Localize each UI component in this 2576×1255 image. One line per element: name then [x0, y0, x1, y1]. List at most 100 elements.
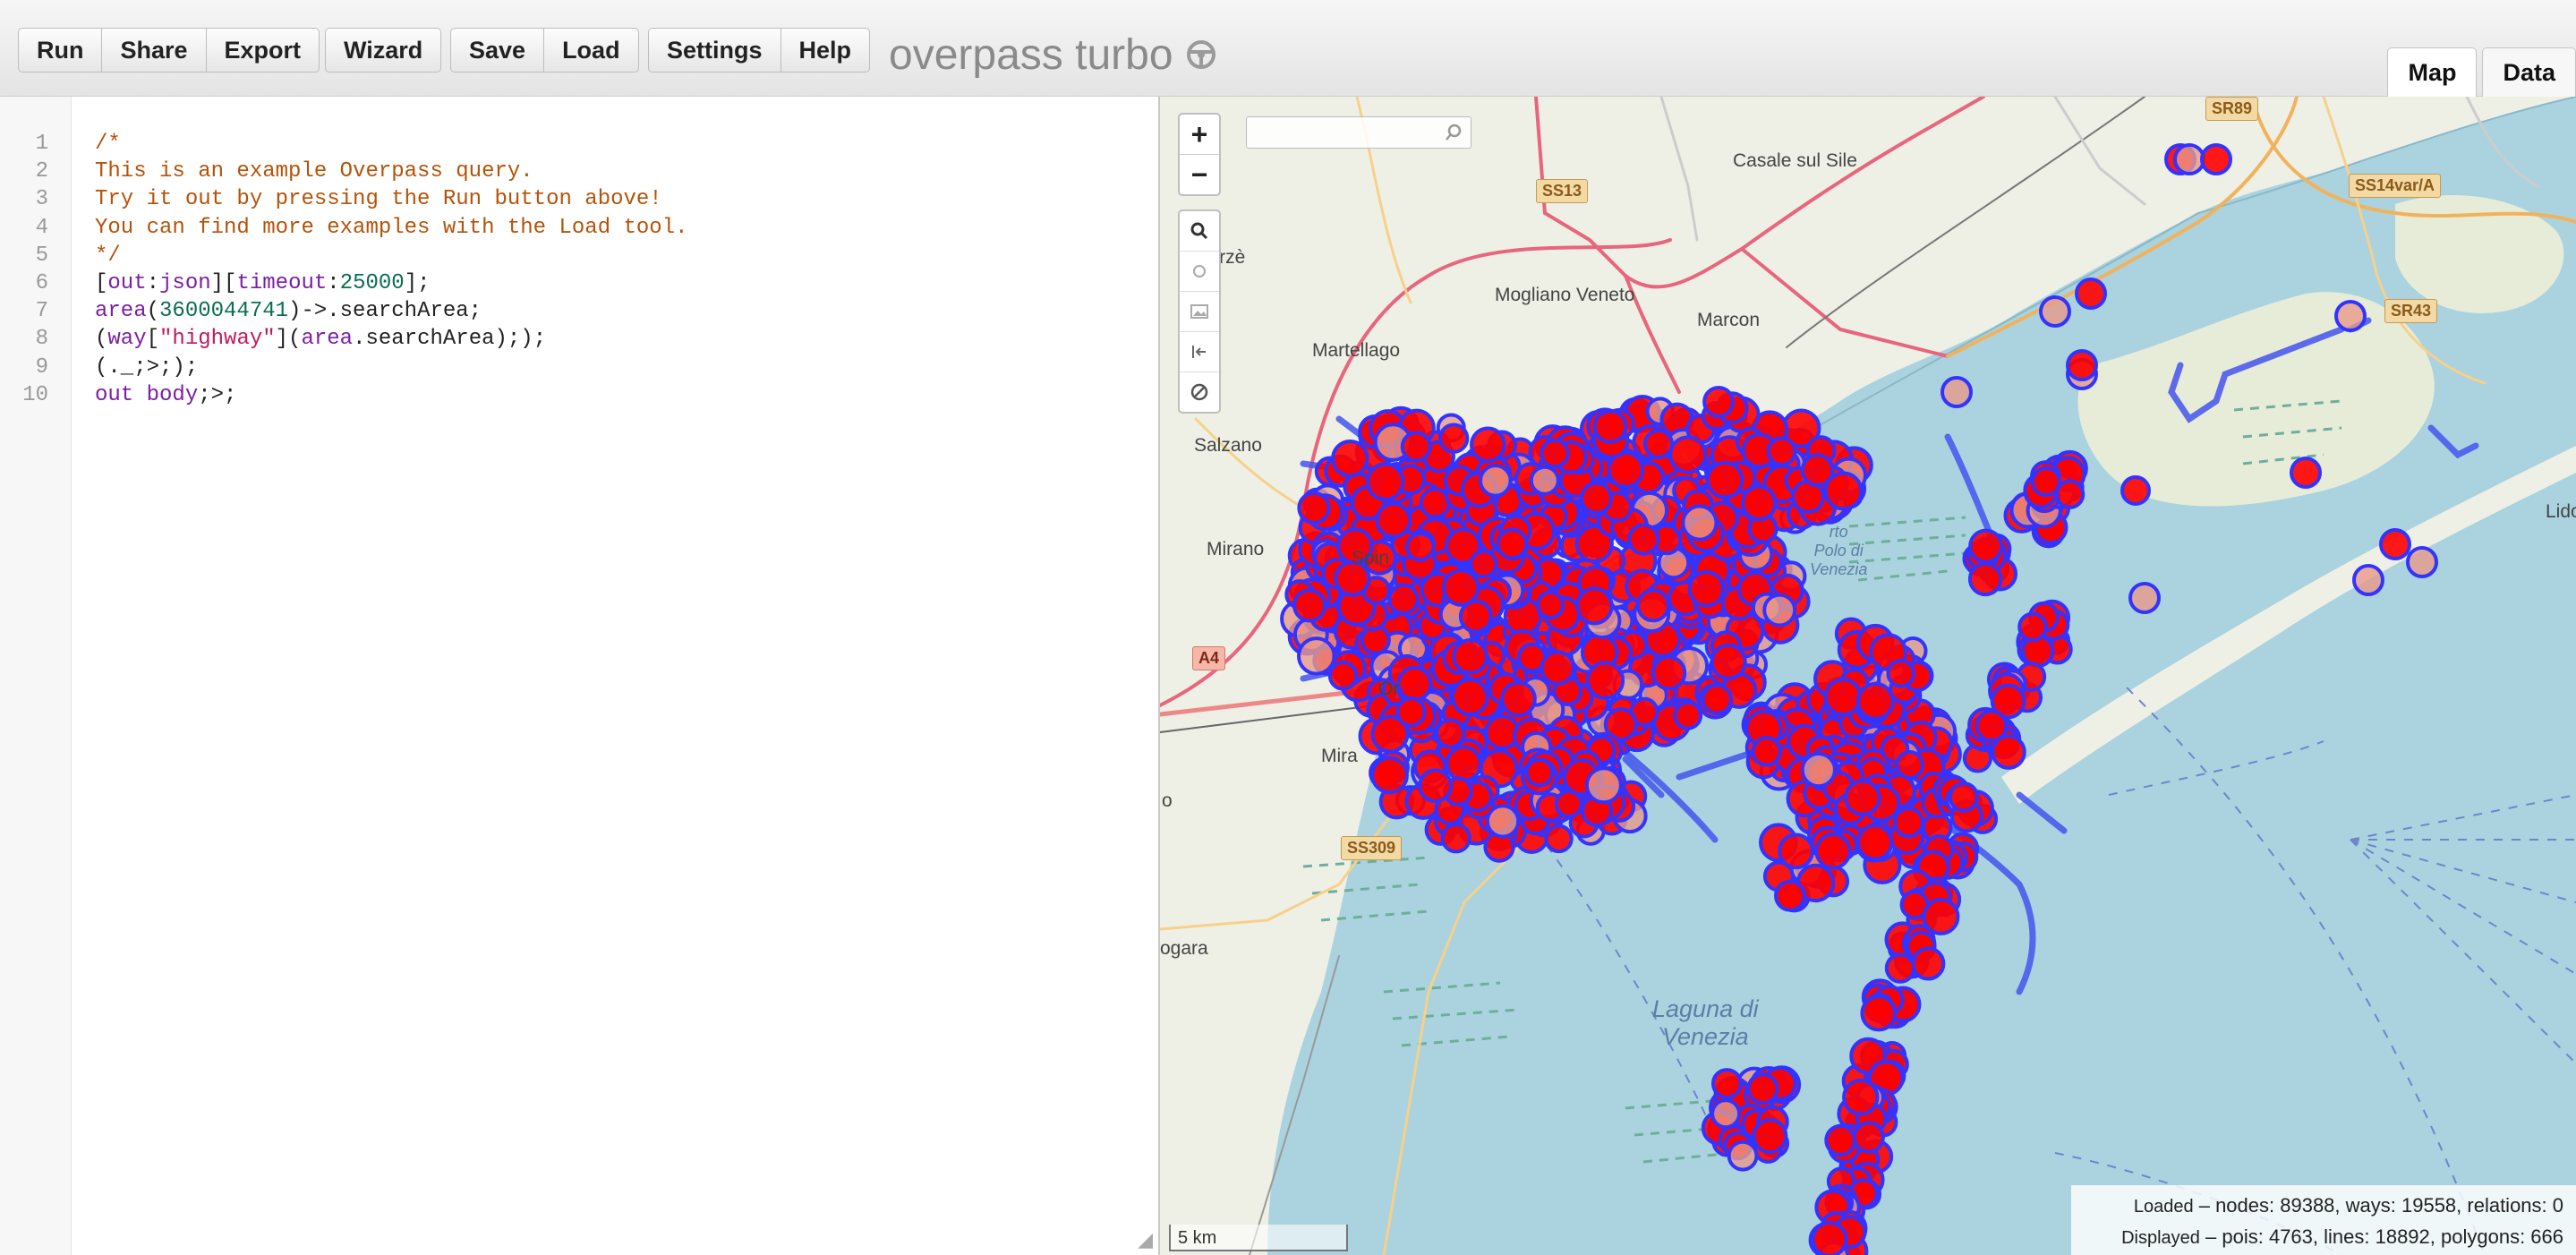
result-marker[interactable]: [1651, 655, 1687, 691]
locate-me-button[interactable]: [1180, 251, 1219, 291]
result-marker[interactable]: [1673, 700, 1703, 730]
result-marker[interactable]: [1479, 464, 1513, 498]
result-marker[interactable]: [1855, 824, 1894, 861]
result-marker[interactable]: [1814, 832, 1852, 870]
result-marker[interactable]: [1580, 481, 1614, 515]
result-marker[interactable]: [1911, 946, 1946, 981]
result-marker[interactable]: [1884, 952, 1916, 984]
toggle-data-overlay-button[interactable]: [1180, 291, 1219, 331]
result-marker[interactable]: [1554, 790, 1583, 819]
search-icon[interactable]: [1444, 123, 1463, 142]
result-marker[interactable]: [1740, 484, 1778, 522]
result-marker[interactable]: [1800, 453, 1835, 488]
result-marker[interactable]: [1968, 528, 2004, 564]
result-marker[interactable]: [1941, 376, 1973, 408]
result-marker[interactable]: [1440, 823, 1471, 854]
result-marker[interactable]: [1823, 678, 1863, 717]
result-marker[interactable]: [1948, 781, 1980, 813]
result-marker[interactable]: [1824, 1123, 1857, 1157]
result-marker[interactable]: [1395, 696, 1427, 728]
code-line[interactable]: 1 /*: [0, 130, 1155, 158]
result-marker[interactable]: [1292, 588, 1327, 623]
code-line[interactable]: 3 Try it out by pressing the Run button a…: [0, 185, 1155, 213]
result-marker[interactable]: [1668, 435, 1708, 474]
result-marker[interactable]: [1855, 681, 1895, 721]
result-marker[interactable]: [1536, 590, 1565, 619]
result-marker[interactable]: [1540, 438, 1570, 469]
result-marker[interactable]: [1574, 586, 1614, 626]
result-marker[interactable]: [1766, 436, 1797, 467]
result-marker[interactable]: [2017, 611, 2048, 643]
result-marker[interactable]: [2334, 300, 2367, 332]
result-marker[interactable]: [1746, 1072, 1779, 1106]
code-line[interactable]: 6 [out:json][timeout:25000];: [0, 269, 1155, 297]
result-marker[interactable]: [1627, 523, 1660, 556]
result-marker[interactable]: [1800, 751, 1837, 789]
tab-map[interactable]: Map: [2387, 47, 2478, 97]
result-marker[interactable]: [2075, 277, 2107, 310]
result-marker[interactable]: [1331, 439, 1369, 478]
export-button[interactable]: Export: [206, 28, 320, 73]
zoom-in-button[interactable]: +: [1180, 115, 1219, 154]
result-marker[interactable]: [1400, 431, 1432, 463]
wizard-button[interactable]: Wizard: [325, 28, 442, 73]
result-marker[interactable]: [2406, 546, 2438, 578]
result-marker[interactable]: [1529, 465, 1560, 496]
result-marker[interactable]: [1710, 643, 1747, 680]
code-line[interactable]: 7 area(3600044741)->.searchArea;: [0, 297, 1155, 325]
result-marker[interactable]: [1893, 807, 1924, 839]
save-button[interactable]: Save: [450, 28, 545, 73]
result-marker[interactable]: [1681, 504, 1719, 542]
result-marker[interactable]: [1500, 680, 1537, 718]
result-marker[interactable]: [1773, 879, 1806, 912]
result-marker[interactable]: [2200, 143, 2232, 175]
result-marker[interactable]: [1435, 718, 1466, 749]
result-marker[interactable]: [1701, 683, 1734, 715]
result-marker[interactable]: [1751, 736, 1782, 767]
zoom-out-button[interactable]: −: [1180, 154, 1219, 194]
result-marker[interactable]: [1544, 824, 1574, 854]
clear-data-button[interactable]: [1180, 371, 1219, 412]
result-marker[interactable]: [1442, 568, 1480, 607]
share-button[interactable]: Share: [102, 28, 207, 73]
result-marker[interactable]: [2120, 475, 2151, 506]
run-button[interactable]: Run: [18, 28, 103, 73]
help-button[interactable]: Help: [780, 28, 871, 73]
map-search-input[interactable]: [1247, 117, 1449, 148]
result-marker[interactable]: [1967, 561, 2003, 597]
result-marker[interactable]: [1727, 1140, 1759, 1172]
result-marker[interactable]: [1445, 745, 1482, 782]
result-marker[interactable]: [2379, 528, 2411, 560]
result-marker[interactable]: [1450, 678, 1489, 716]
result-marker[interactable]: [1524, 757, 1555, 788]
result-marker[interactable]: [2031, 466, 2061, 497]
result-marker[interactable]: [2066, 349, 2098, 381]
code-line[interactable]: 2 This is an example Overpass query.: [0, 158, 1155, 185]
result-marker[interactable]: [1584, 766, 1623, 805]
result-marker[interactable]: [1844, 779, 1881, 816]
tab-data[interactable]: Data: [2482, 47, 2576, 97]
result-marker[interactable]: [1470, 426, 1506, 464]
result-marker[interactable]: [1327, 660, 1359, 691]
result-marker[interactable]: [1778, 832, 1814, 870]
result-marker[interactable]: [2173, 143, 2205, 175]
load-button[interactable]: Load: [544, 28, 639, 73]
result-marker[interactable]: [1687, 569, 1726, 608]
result-marker[interactable]: [1705, 460, 1744, 499]
result-marker[interactable]: [1496, 527, 1529, 560]
result-marker[interactable]: [1452, 637, 1489, 675]
result-marker[interactable]: [2352, 564, 2384, 596]
result-marker[interactable]: [1752, 1118, 1788, 1154]
result-marker[interactable]: [1469, 549, 1498, 579]
result-marker[interactable]: [1975, 709, 2009, 743]
result-marker[interactable]: [2128, 582, 2161, 614]
toggle-wide-map-button[interactable]: [1180, 331, 1219, 371]
result-marker[interactable]: [1842, 1078, 1880, 1116]
result-marker[interactable]: [1396, 665, 1433, 702]
result-marker[interactable]: [1296, 636, 1336, 676]
result-marker[interactable]: [1886, 658, 1915, 688]
query-editor[interactable]: 1 /* 2 This is an example Overpass query. 3 T…: [0, 97, 1160, 1255]
result-marker[interactable]: [1710, 1068, 1743, 1099]
resize-handle-icon[interactable]: ◢: [1138, 1228, 1153, 1251]
result-marker[interactable]: [1365, 462, 1405, 501]
